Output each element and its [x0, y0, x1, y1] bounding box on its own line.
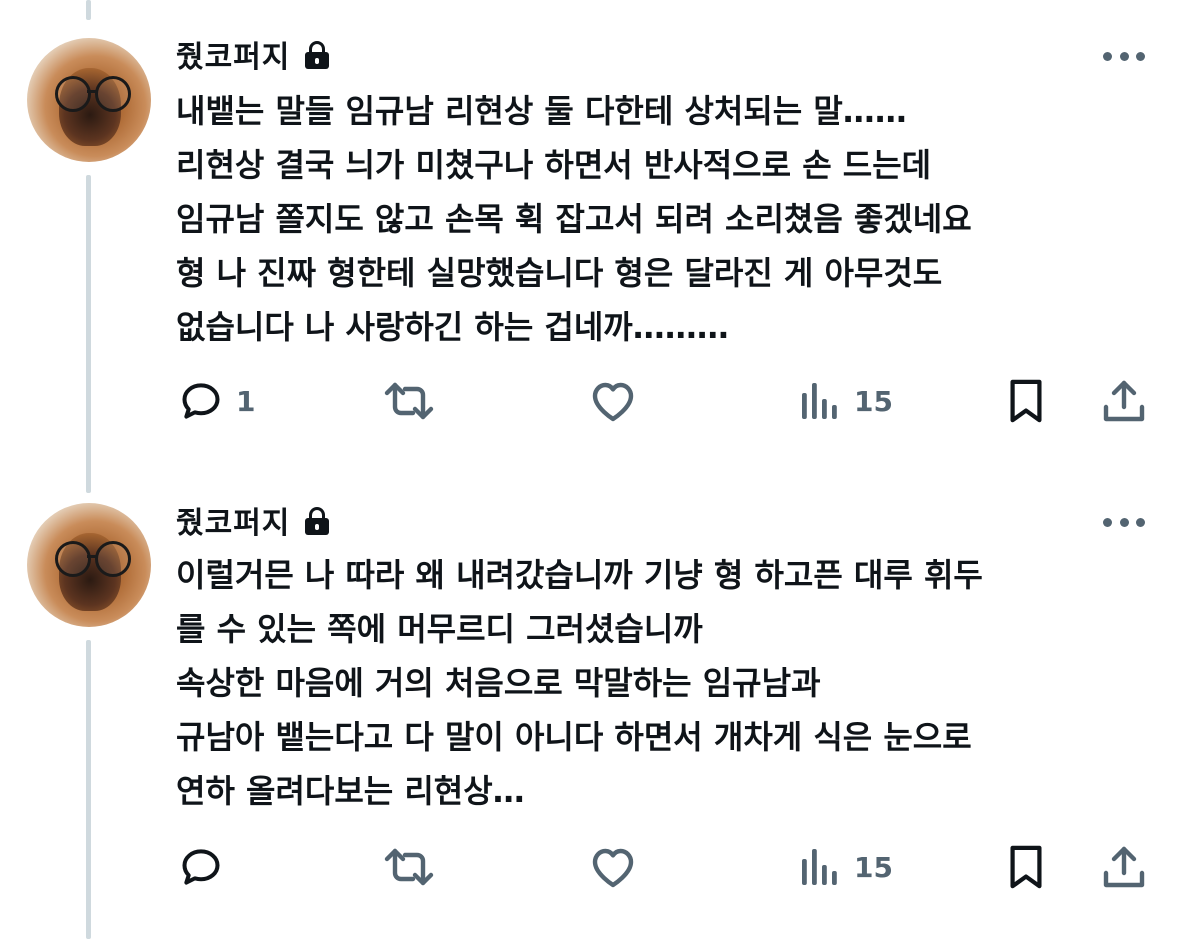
- tweet-line: 내뱉는 말들 임규남 리현상 둘 다한테 상처되는 말……: [176, 92, 907, 130]
- reply-button[interactable]: 1: [178, 376, 255, 426]
- heart-icon: [592, 848, 634, 888]
- more-icon[interactable]: [1103, 50, 1145, 62]
- retweet-icon: [384, 848, 434, 886]
- reply-icon: [182, 849, 220, 885]
- tweet-text: 이럴거믄 나 따라 왜 내려갔습니까 기냥 형 하고픈 대루 휘두 를 수 있는…: [176, 548, 1146, 818]
- action-bar: 15: [176, 842, 1148, 892]
- views-icon: [802, 383, 837, 419]
- bookmark-icon: [1010, 845, 1042, 889]
- bookmark-icon: [1010, 379, 1042, 423]
- tweet-line: 없습니다 나 사랑하긴 하는 겁네까………: [176, 308, 729, 346]
- lock-icon: [304, 505, 330, 535]
- bookmark-button[interactable]: [1006, 842, 1046, 892]
- lock-icon: [304, 39, 330, 69]
- tweet[interactable]: 줬코퍼지 내뱉는 말들 임규남 리현상 둘 다한테 상처되는 말…… 리현상 결…: [0, 0, 1179, 470]
- retweet-button[interactable]: [383, 842, 435, 892]
- views-icon: [802, 849, 837, 885]
- like-button[interactable]: [589, 376, 637, 426]
- retweet-icon: [384, 382, 434, 420]
- views-count: 15: [854, 384, 893, 418]
- action-bar: 1 15: [176, 376, 1148, 426]
- reply-count: 1: [236, 384, 256, 418]
- more-icon[interactable]: [1103, 516, 1145, 528]
- retweet-button[interactable]: [383, 376, 435, 426]
- author-name[interactable]: 줬코퍼지: [176, 32, 290, 76]
- tweet-text: 내뱉는 말들 임규남 리현상 둘 다한테 상처되는 말…… 리현상 결국 늬가 …: [176, 84, 1146, 354]
- avatar[interactable]: [27, 38, 151, 162]
- bookmark-button[interactable]: [1006, 376, 1046, 426]
- tweet-line: 규남아 뱉는다고 다 말이 아니다 하면서 개차게 식은 눈으로: [176, 718, 972, 756]
- author-name[interactable]: 줬코퍼지: [176, 498, 290, 542]
- tweet-line: 리현상 결국 늬가 미쳤구나 하면서 반사적으로 손 드는데: [176, 146, 932, 184]
- heart-icon: [592, 382, 634, 422]
- reply-button[interactable]: [178, 842, 236, 892]
- views-count: 15: [854, 850, 893, 884]
- share-icon: [1103, 380, 1145, 422]
- like-button[interactable]: [589, 842, 637, 892]
- reply-icon: [182, 383, 220, 419]
- tweet-line: 형 나 진짜 형한테 실망했습니다 형은 달라진 게 아무것도: [176, 254, 943, 292]
- tweet-line: 이럴거믄 나 따라 왜 내려갔습니까 기냥 형 하고픈 대루 휘두: [176, 556, 983, 594]
- share-icon: [1103, 846, 1145, 888]
- tweet-line: 연하 올려다보는 리현상…: [176, 772, 525, 810]
- author-row: 줬코퍼지: [176, 498, 330, 542]
- avatar[interactable]: [27, 503, 151, 627]
- author-row: 줬코퍼지: [176, 32, 330, 76]
- share-button[interactable]: [1102, 842, 1146, 892]
- views-button[interactable]: 15: [798, 842, 893, 892]
- tweet-line: 속상한 마음에 거의 처음으로 막말하는 임규남과: [176, 664, 821, 702]
- tweet-line: 임규남 쫄지도 않고 손목 휙 잡고서 되려 소리쳤음 좋겠네요: [176, 200, 972, 238]
- tweet[interactable]: 줬코퍼지 이럴거믄 나 따라 왜 내려갔습니까 기냥 형 하고픈 대루 휘두 를…: [0, 470, 1179, 939]
- share-button[interactable]: [1102, 376, 1146, 426]
- views-button[interactable]: 15: [798, 376, 893, 426]
- tweet-line: 를 수 있는 쪽에 머무르디 그러셨습니까: [176, 610, 703, 648]
